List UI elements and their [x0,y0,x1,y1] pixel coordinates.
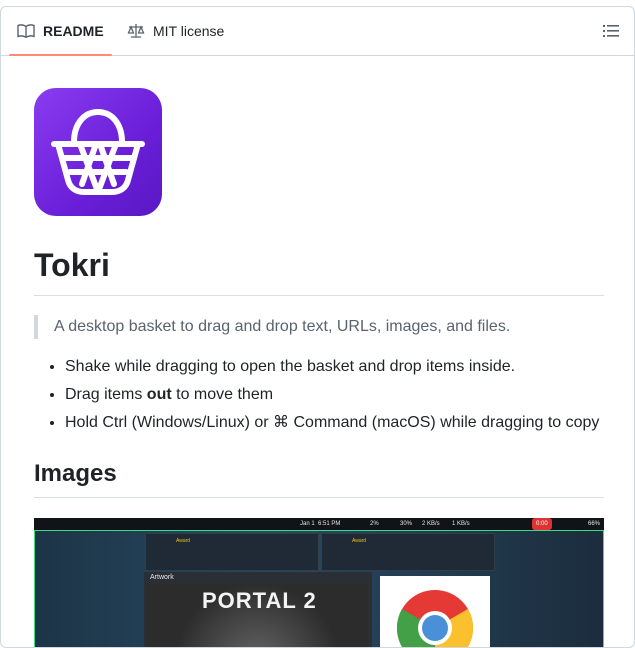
readme-tabs: README MIT license [1,7,634,56]
artwork-card: Artwork PORTAL 2 [144,572,372,647]
screenshot-topbar: Jan 1 6:51 PM 2% 30% 2 KB/s 1 KB/s 0:00 … [34,518,604,530]
law-scale-icon [127,23,145,39]
basket-icon [51,109,145,195]
list-item: Drag items out to move them [65,381,634,409]
tagline-text: A desktop basket to drag and drop text, … [54,318,511,335]
list-item: Hold Ctrl (Windows/Linux) or ⌘ Command (… [65,409,634,437]
tab-readme[interactable]: README [9,7,112,56]
book-icon [17,23,35,39]
tokri-logo [34,88,162,216]
tab-license-label: MIT license [153,23,225,39]
images-heading: Images [34,459,604,498]
tagline-blockquote: A desktop basket to drag and drop text, … [34,315,510,339]
readme-title: Tokri [34,245,604,296]
tab-readme-label: README [43,23,104,39]
tab-license[interactable]: MIT license [127,7,224,55]
feature-list: Shake while dragging to open the basket … [33,353,634,437]
outline-menu-icon[interactable] [602,22,620,40]
chrome-logo [380,576,490,647]
card: Award [321,533,495,571]
app-screenshot: Jan 1 6:51 PM 2% 30% 2 KB/s 1 KB/s 0:00 … [34,518,604,647]
list-item: Shake while dragging to open the basket … [65,353,634,381]
readme-panel: README MIT license Tokri A desktop baske… [0,6,635,648]
card: Award [145,533,319,571]
portal-poster: PORTAL 2 [146,584,368,647]
